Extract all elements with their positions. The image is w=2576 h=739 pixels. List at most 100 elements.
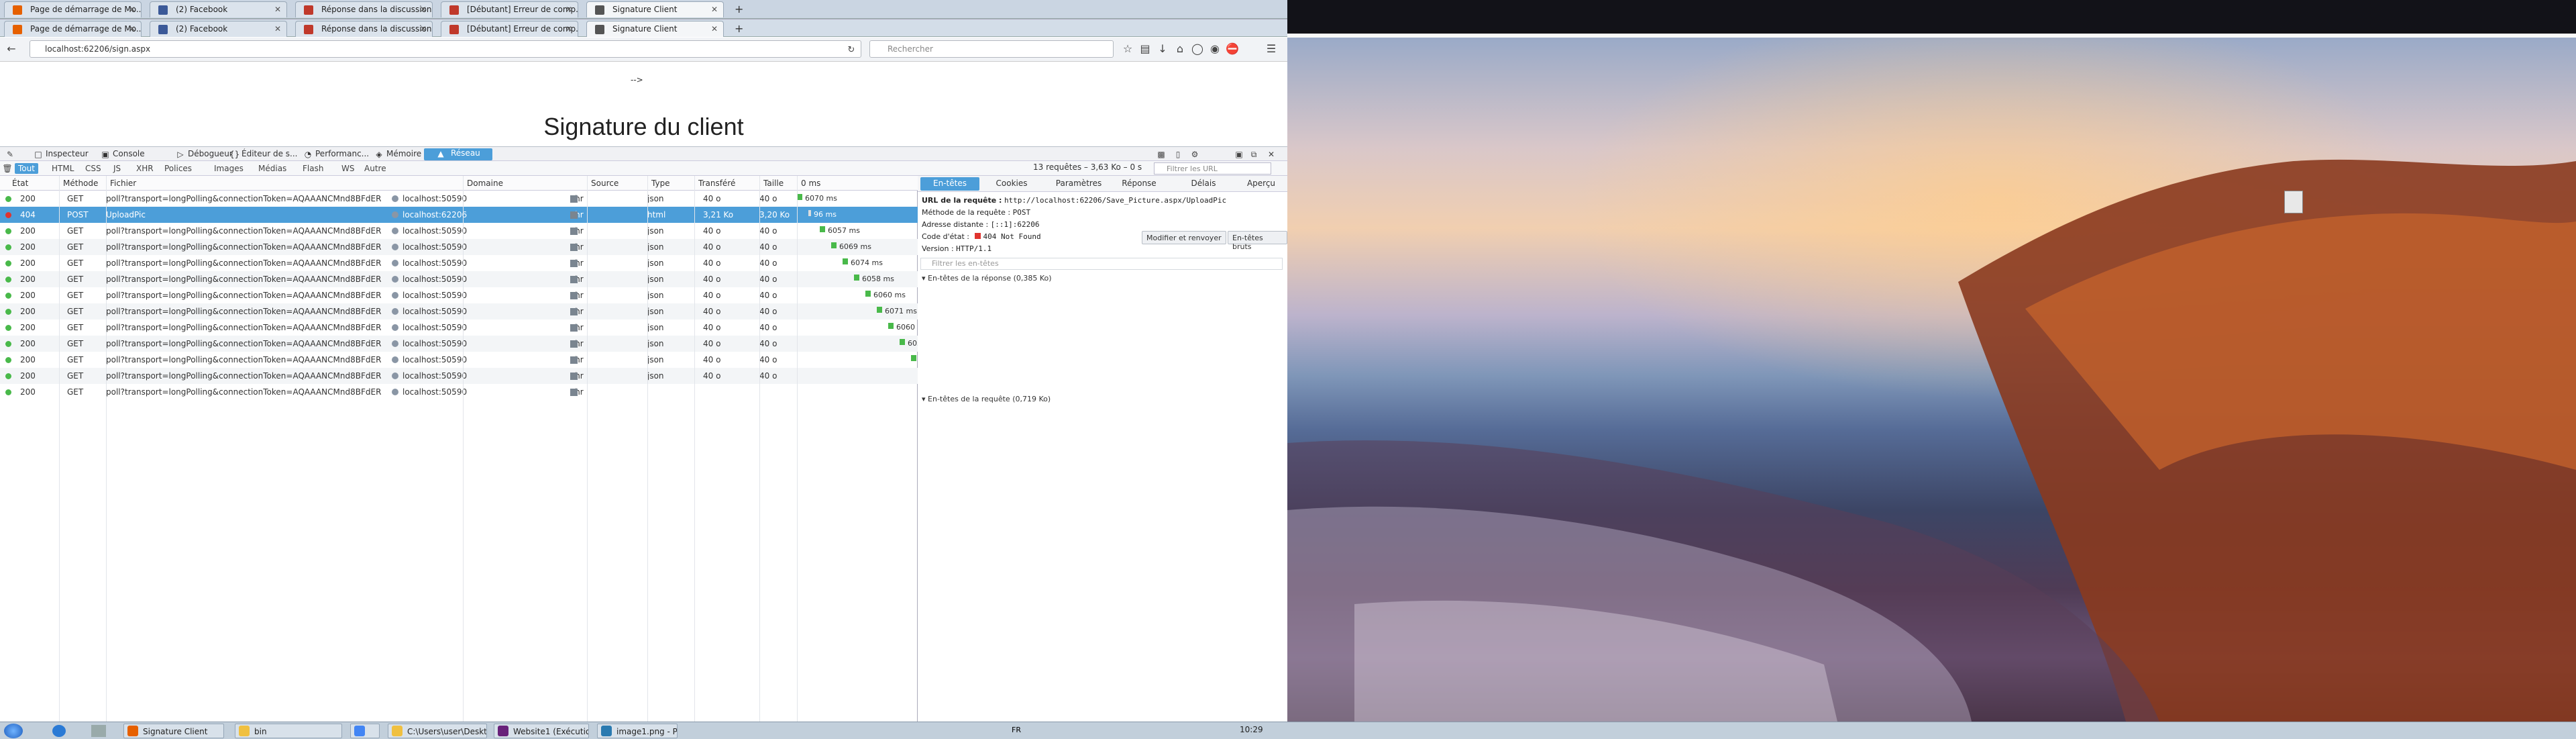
tab[interactable]: Page de démarrage de Mo... ✕ [4,1,142,17]
column-header[interactable]: Fichier [110,179,136,188]
media-icon[interactable] [91,725,106,737]
column-header[interactable]: 0 ms [801,179,820,188]
details-tab[interactable]: En-têtes [920,177,979,191]
devtools-tab[interactable]: □ Inspecteur [32,149,88,160]
table-row[interactable]: 200 GET poll?transport=longPolling&connect… [0,271,918,287]
pocket-icon[interactable]: ◯ [1190,42,1205,56]
devtools-tab[interactable]: ◈ Mémoire [373,149,421,160]
filter-button[interactable]: HTML [48,163,77,174]
taskbar-item[interactable]: image1.png - Paint [597,724,678,738]
raw-headers-button[interactable]: En-têtes bruts [1228,231,1287,251]
tab[interactable]: Réponse dans la discussion... ✕ [295,1,433,17]
menu-icon[interactable]: ☰ [1264,42,1279,56]
devtools-tab[interactable]: ◔ Performanc... [302,149,369,160]
library-icon[interactable]: ▤ [1138,42,1152,56]
request-headers-section[interactable]: ▾ En-têtes de la requête (0,719 Ko) [922,395,1051,403]
filter-button[interactable]: Médias [255,163,290,174]
split-console-icon[interactable]: ▩ [1154,147,1169,162]
extension-icon[interactable]: ◉ [1208,42,1222,56]
desktop-file-icon[interactable] [2275,188,2315,228]
table-row[interactable]: 200 GET poll?transport=longPolling&connect… [0,303,918,319]
column-header[interactable]: Méthode [63,179,98,188]
search-input[interactable]: Rechercher [869,40,1114,58]
home-icon[interactable]: ⌂ [1173,42,1187,56]
filter-button[interactable]: WS [338,163,358,174]
clock[interactable]: 10:29 [1240,725,1263,734]
back-icon[interactable]: ← [4,42,19,56]
tab[interactable]: (2) Facebook ✕ [150,21,287,37]
tab[interactable]: (2) Facebook ✕ [150,1,287,17]
table-row[interactable]: 200 GET poll?transport=longPolling&connect… [0,287,918,303]
column-header[interactable]: Transféré [698,179,735,188]
taskbar-item[interactable]: Website1 (Exécution... [494,724,589,738]
tab[interactable]: [Débutant] Erreur de comp... ✕ [441,1,578,17]
table-row[interactable]: 200 GET poll?transport=longPolling&connect… [0,352,951,368]
pick-element-icon[interactable]: ✎ [3,147,17,162]
tab-close-icon[interactable]: ✕ [566,5,572,14]
filter-headers-input[interactable]: Filtrer les en-têtes [920,258,1283,270]
taskbar-item[interactable] [350,724,380,738]
filter-button[interactable]: CSS [82,163,105,174]
table-row[interactable]: 404 POST UploadPic localhost:62206 xhrhtml 3,… [0,207,918,223]
column-header[interactable]: État [12,179,28,188]
tab-close-icon[interactable]: ✕ [420,24,427,34]
download-icon[interactable]: ↓ [1155,42,1170,56]
filter-button[interactable]: XHR [133,163,157,174]
table-row[interactable]: 200 GET poll?transport=longPolling&connect… [0,223,918,239]
table-row[interactable]: 200 GET poll?transport=longPolling&connect… [0,319,928,336]
clear-icon[interactable]: 🗑 [0,161,15,176]
tab[interactable]: [Débutant] Erreur de comp... ✕ [441,21,578,37]
filter-button[interactable]: Images [211,163,247,174]
response-headers-section[interactable]: ▾ En-têtes de la réponse (0,385 Ko) [922,274,1052,283]
column-header[interactable]: Taille [763,179,784,188]
tab[interactable]: Réponse dans la discussion... ✕ [295,21,433,37]
tab[interactable]: Signature Client ✕ [586,1,724,17]
responsive-icon[interactable]: ▯ [1171,147,1185,162]
new-tab-icon[interactable]: + [735,3,743,15]
filter-button[interactable]: Flash [299,163,327,174]
table-row[interactable]: 200 GET poll?transport=longPolling&connect… [0,336,940,352]
devtools-tab[interactable]: ▣ Console [99,149,144,160]
details-tab[interactable]: Délais [1183,179,1224,188]
settings-icon[interactable]: ⚙ [1187,147,1202,162]
column-header[interactable]: Type [651,179,670,188]
start-button[interactable] [4,724,23,738]
url-bar[interactable]: localhost:62206/sign.aspx [30,40,861,58]
taskbar-item[interactable]: C:\Users\user\Deskt... [388,724,487,738]
close-devtools-icon[interactable]: ✕ [1264,147,1279,162]
dock-icon[interactable]: ▣ [1232,147,1246,162]
devtools-tab[interactable]: ▷ Débogueur [174,149,232,160]
tab-close-icon[interactable]: ✕ [274,5,281,14]
details-tab[interactable]: Réponse [1119,179,1159,188]
new-tab-icon[interactable]: + [735,22,743,35]
table-row[interactable]: 200 GET poll?transport=longPolling&connect… [0,239,918,255]
filter-button[interactable]: Tout [15,163,38,174]
column-header[interactable]: Source [591,179,619,188]
details-tab[interactable]: Paramètres [1052,179,1106,188]
tab-close-icon[interactable]: ✕ [129,24,136,34]
table-row[interactable]: 200 GET poll?transport=longPolling&connect… [0,255,918,271]
table-row[interactable]: 200 GET poll?transport=longPolling&connect… [0,368,963,384]
filter-url-input[interactable]: Filtrer les URL [1154,162,1271,175]
tab-close-icon[interactable]: ✕ [420,5,427,14]
table-row[interactable]: 200 GET poll?transport=longPolling&connect… [0,384,918,400]
devtools-tab[interactable]: {} Éditeur de s... [228,149,297,160]
ie-icon[interactable] [52,725,66,737]
filter-button[interactable]: Autre [361,163,390,174]
tab-close-icon[interactable]: ✕ [711,5,718,14]
tab-close-icon[interactable]: ✕ [274,24,281,34]
tab-close-icon[interactable]: ✕ [566,24,572,34]
tab[interactable]: Page de démarrage de Mo... ✕ [4,21,142,37]
details-tab[interactable]: Cookies [991,179,1032,188]
tab-close-icon[interactable]: ✕ [711,24,718,34]
tab-close-icon[interactable]: ✕ [129,5,136,14]
devtools-tab[interactable]: ▲ Réseau [424,148,492,160]
adblock-icon[interactable]: ⛔ [1225,42,1240,56]
edit-resend-button[interactable]: Modifier et renvoyer [1142,231,1226,244]
bookmark-star-icon[interactable]: ☆ [1120,42,1135,56]
details-tab[interactable]: Aperçu [1241,179,1281,188]
filter-button[interactable]: JS [110,163,124,174]
taskbar-item[interactable]: bin [235,724,342,738]
taskbar-item[interactable]: Signature Client [123,724,224,738]
tab[interactable]: Signature Client ✕ [586,21,724,37]
